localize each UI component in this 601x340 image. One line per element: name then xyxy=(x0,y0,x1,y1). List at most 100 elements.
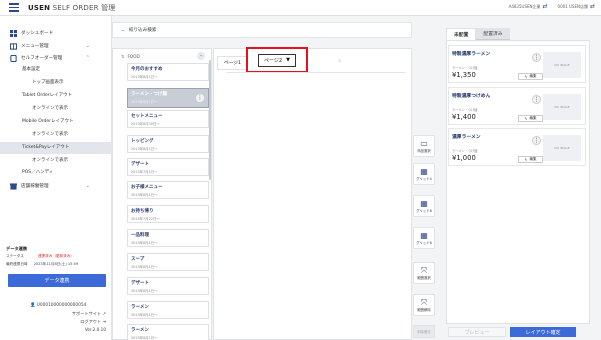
more-options-icon[interactable]: ⋮ xyxy=(532,95,541,104)
category-date: 2023年8月1日〜 xyxy=(131,289,158,293)
sidebar-item-menu[interactable]: メニュー管理 ⌄ xyxy=(0,41,112,51)
logout-link[interactable]: ログアウト ⇥ xyxy=(0,319,112,325)
category-title: ラーメン xyxy=(131,328,149,333)
select-icon: ▭ xyxy=(420,138,428,148)
next-page-icon[interactable]: › xyxy=(338,56,341,65)
category-header: ⇅ FOOD ⌃ xyxy=(113,49,211,63)
edit-button[interactable]: ✎ 編集 xyxy=(518,115,543,122)
category-item[interactable]: お持ち帰り 2023年7月22日〜 xyxy=(127,205,209,223)
category-item[interactable]: 一品料理 2023年8月1日〜 xyxy=(127,229,209,247)
hamburger-menu-icon[interactable] xyxy=(0,0,28,16)
sidebar-subitem-online[interactable]: オンラインで表示 xyxy=(0,156,112,166)
category-date: 2023年6月30日〜 xyxy=(131,122,160,126)
company-selector[interactable]: A4835USEN企業 ⇄ xyxy=(509,3,548,10)
collapse-icon[interactable]: ⌃ xyxy=(197,52,205,60)
sidebar-subitem-top-display[interactable]: トップ画面表示 xyxy=(0,78,112,88)
select-item-tool[interactable]: ▭ 商品選択 xyxy=(413,135,435,157)
category-item[interactable]: ラーメン・つけ麺 2023年8月1日〜 ⋮ xyxy=(127,88,209,108)
chevron-up-icon: ⌃ xyxy=(85,55,90,61)
item-price: ¥1,400 xyxy=(452,113,476,121)
category-item[interactable]: デザート 2023年8月1日〜 xyxy=(127,277,209,295)
category-date: 2023年8月1日〜 xyxy=(131,265,158,269)
delete-confirm-button[interactable]: 削除確定 xyxy=(413,325,435,338)
data-link-button[interactable]: データ連携 xyxy=(8,274,106,287)
category-item[interactable]: ラーメン 2023年8月1日〜 xyxy=(127,301,209,319)
category-date: 2023年8月1日〜 xyxy=(131,75,158,79)
category-item[interactable]: デザート 2023年7月1日〜 xyxy=(127,158,209,176)
category-item[interactable]: スープ 2023年8月1日〜 xyxy=(127,253,209,271)
chevron-down-icon: ⌄ xyxy=(85,183,90,189)
range-select-tool[interactable]: ⤧ 範囲選択 xyxy=(413,262,435,284)
top-bar: USEN SELF ORDER 管理 A4835USEN企業 ⇄ 0001 USE… xyxy=(0,0,601,16)
app-title: USEN SELF ORDER 管理 xyxy=(28,3,116,12)
category-title: ラーメン xyxy=(131,305,149,310)
sidebar-subitem-tablet-layout[interactable]: Tablet Orderレイアウト xyxy=(0,91,112,101)
sidebar-subitem-online[interactable]: オンラインで表示 xyxy=(0,130,112,140)
edit-button[interactable]: ✎ 編集 xyxy=(518,73,543,80)
external-link-icon: ↗ xyxy=(102,311,106,316)
sidebar-subitem-mobile-layout[interactable]: Mobile Orderレイアウト xyxy=(0,117,112,127)
category-date: 2023年8月1日〜 xyxy=(131,313,158,317)
category-title: デザート xyxy=(131,281,149,286)
status-label: ステータス xyxy=(6,254,24,258)
category-title: 今月のおすすめ xyxy=(131,67,163,72)
category-date: 2023年8月1日〜 xyxy=(131,100,158,104)
sidebar-item-dashboard[interactable]: ダッシュボード xyxy=(0,28,112,38)
category-title: スープ xyxy=(131,257,145,262)
grid-icon: ▦ xyxy=(420,166,428,176)
item-name: 濃厚ラーメン xyxy=(452,135,481,140)
category-title: 一品料理 xyxy=(131,233,149,238)
sidebar-subitem-ticket-layout[interactable]: Ticket&Payレイアウト xyxy=(0,142,112,154)
logout-icon: ⇥ xyxy=(102,319,106,324)
layout-confirm-button[interactable]: レイアウト確定 xyxy=(510,327,576,337)
more-options-icon[interactable]: ⋮ xyxy=(532,136,541,145)
support-link[interactable]: サポートサイト ↗ xyxy=(0,311,112,317)
item-name: 特製濃厚ラーメン xyxy=(452,52,491,57)
grid8-tool[interactable]: ▦ グリッド8 xyxy=(413,195,435,217)
more-options-icon[interactable]: ⋮ xyxy=(532,53,541,62)
menu-item-card[interactable]: 特製濃厚つけめん ラーメン・つけ麺 ¥1,400 ⋮ ✎ 編集 NO IMAGE xyxy=(448,87,586,125)
item-price: ¥1,000 xyxy=(452,154,476,162)
tab-unplaced[interactable]: 未配置 xyxy=(446,28,477,40)
no-image-placeholder: NO IMAGE xyxy=(543,52,581,78)
sidebar-subitem-basic[interactable]: 基本設定 xyxy=(0,65,112,75)
pencil-icon: ✎ xyxy=(524,116,528,121)
tab-placed[interactable]: 配置済み xyxy=(476,28,510,40)
sidebar-item-store[interactable]: 店舗稼働管理 ⌄ xyxy=(0,181,112,191)
menu-item-card[interactable]: 濃厚ラーメン ラーメン・つけ麺 ¥1,000 ⋮ ✎ 編集 NO IMAGE xyxy=(448,128,586,166)
category-title: セットメニュー xyxy=(131,114,163,119)
sidebar-subitem-online[interactable]: オンラインで表示 xyxy=(0,104,112,114)
pencil-icon: ✎ xyxy=(524,157,528,162)
grid-icon: ▦ xyxy=(420,198,428,208)
category-date: 2023年8月1日〜 xyxy=(131,147,158,151)
grid6-tool[interactable]: ▦ グリッド6 xyxy=(413,227,435,249)
menu-item-card[interactable]: 特製濃厚ラーメン ラーメン・つけ麺 ¥1,350 ⋮ ✎ 編集 NO IMAGE xyxy=(448,45,586,83)
edit-button[interactable]: ✎ 編集 xyxy=(518,156,543,163)
category-item[interactable]: お子様メニュー 2023年8月1日〜 xyxy=(127,181,209,199)
tab-page1[interactable]: ページ1 xyxy=(217,56,248,70)
category-title: お持ち帰り xyxy=(131,209,154,214)
tab-page2[interactable]: ページ2 ▼ xyxy=(258,53,296,67)
category-item[interactable]: 今月のおすすめ 2023年8月1日〜 xyxy=(127,63,209,81)
store-selector[interactable]: 0001 USEN店舗 ⇄ xyxy=(558,3,595,10)
preview-button[interactable]: プレビュー xyxy=(448,327,506,337)
more-options-icon[interactable]: ⋮ xyxy=(195,93,205,103)
data-link-title: データ連携 xyxy=(6,246,27,251)
item-price: ¥1,350 xyxy=(452,71,476,79)
category-title: デザート xyxy=(131,162,149,167)
sidebar-subitem-pos[interactable]: POS／ハンディ xyxy=(0,168,112,178)
chevron-down-icon: ⌄ xyxy=(85,43,90,49)
category-title: トッピング xyxy=(131,139,154,144)
category-scrollbar[interactable] xyxy=(209,60,211,180)
category-item[interactable]: セットメニュー 2023年6月30日〜 xyxy=(127,110,209,128)
item-category: ラーメン・つけ麺 xyxy=(452,108,478,112)
no-image-placeholder: NO IMAGE xyxy=(543,94,581,120)
category-item[interactable]: ラーメン 2023年8月1日〜 xyxy=(127,324,209,340)
grid4-tool[interactable]: ▦ グリッド4 xyxy=(413,163,435,185)
sidebar-item-self-order[interactable]: セルフオーダー管理 ⌃ xyxy=(0,53,112,63)
filter-search-toggle[interactable]: ⌄ 絞り込み検索 xyxy=(112,22,412,38)
category-date: 2023年7月1日〜 xyxy=(131,170,158,174)
collapse-icon: ⤧ xyxy=(420,297,428,307)
category-item[interactable]: トッピング 2023年8月1日〜 xyxy=(127,135,209,153)
range-clear-tool[interactable]: ⤧ 範囲解除 xyxy=(413,294,435,316)
